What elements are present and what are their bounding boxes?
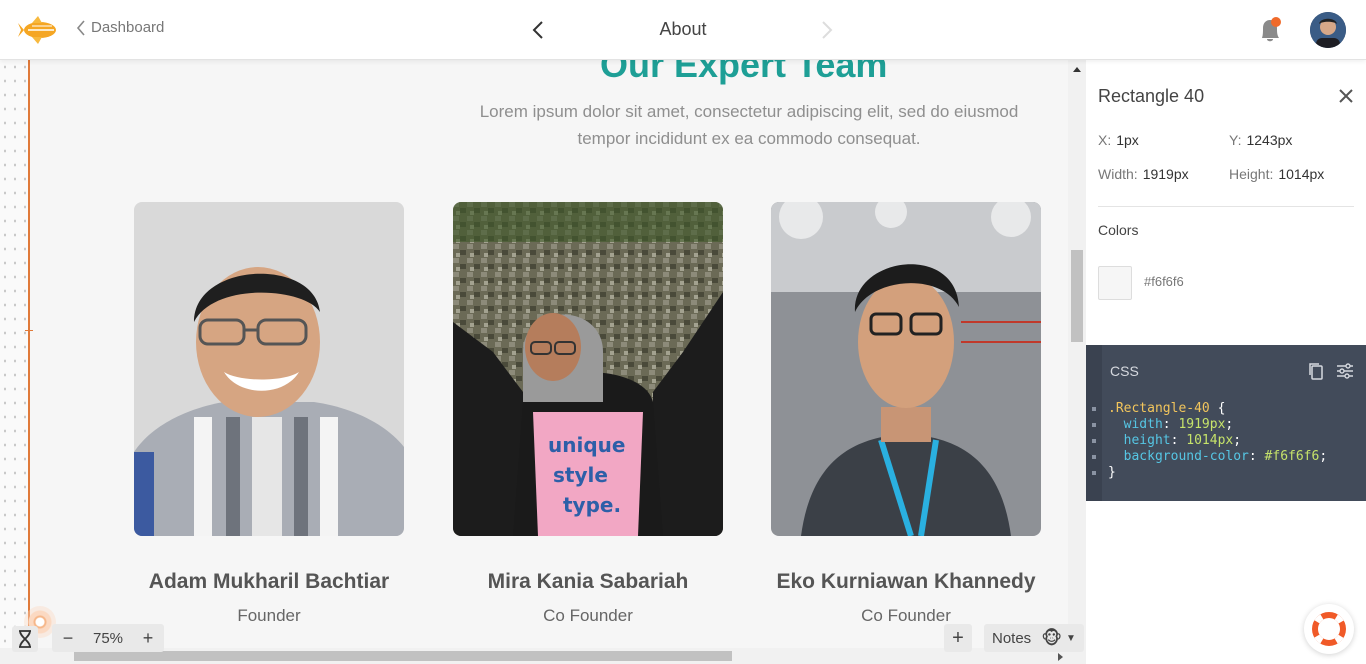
zoom-out-button[interactable]: − <box>60 628 76 649</box>
gutter-marker <box>1092 407 1096 411</box>
settings-sliders-icon[interactable] <box>1336 362 1354 380</box>
member-name-2: Mira Kania Sabariah <box>487 570 689 593</box>
user-avatar[interactable] <box>1310 12 1346 48</box>
color-swatch[interactable] <box>1098 266 1132 300</box>
css-selector: .Rectangle-40 <box>1108 401 1210 416</box>
app-logo-icon[interactable] <box>18 14 58 46</box>
help-button[interactable] <box>1304 604 1354 654</box>
divider <box>1098 206 1354 207</box>
css-open-brace: { <box>1209 401 1226 416</box>
member-photo-1 <box>134 202 404 536</box>
member-name-1: Adam Mukharil Bachtiar <box>148 570 390 593</box>
member-role-1: Founder <box>237 606 301 625</box>
guide-line[interactable] <box>28 60 30 664</box>
section-lead-text: Lorem ipsum dolor sit amet, consectetur … <box>479 102 1019 148</box>
dashboard-back-link[interactable]: Dashboard <box>76 19 164 36</box>
prop-width: Width: 1919px <box>1098 166 1189 182</box>
inspector-panel: Rectangle 40 X: 1px Y: 1243px Width: 1919px… <box>1086 60 1366 664</box>
top-bar: Dashboard About <box>0 0 1366 60</box>
avatar-image <box>1310 12 1346 48</box>
prev-screen-button[interactable] <box>531 20 545 40</box>
prop-x-value[interactable]: 1px <box>1116 132 1139 148</box>
zoom-control: − 75% + <box>52 624 164 652</box>
prop-height-value[interactable]: 1014px <box>1278 166 1324 182</box>
vertical-scrollbar[interactable] <box>1068 60 1086 664</box>
lifebuoy-icon <box>1312 612 1346 646</box>
next-screen-button[interactable] <box>820 20 834 40</box>
member-photo-2: unique style type. <box>453 202 723 536</box>
notes-label: Notes <box>992 629 1032 647</box>
zoom-in-button[interactable]: + <box>140 628 156 649</box>
vertical-scroll-thumb[interactable] <box>1071 250 1083 342</box>
vertical-ruler <box>0 60 28 664</box>
scroll-right-arrow-icon[interactable] <box>1056 652 1064 662</box>
gutter-marker <box>1092 471 1096 475</box>
colors-heading: Colors <box>1098 222 1139 238</box>
horizontal-scroll-thumb[interactable] <box>74 651 732 661</box>
svg-text:unique: unique <box>548 433 625 457</box>
svg-text:style: style <box>553 463 608 487</box>
guide-tick <box>25 330 33 331</box>
css-close-brace: } <box>1108 465 1116 480</box>
css-width-val: 1919px <box>1178 417 1226 432</box>
history-button[interactable] <box>12 626 38 652</box>
member-photo-3 <box>771 202 1041 536</box>
color-hex[interactable]: #f6f6f6 <box>1144 274 1184 289</box>
close-icon[interactable] <box>1338 88 1354 104</box>
layer-name: Rectangle 40 <box>1098 86 1205 106</box>
css-height-prop: height <box>1123 433 1171 448</box>
css-width-prop: width <box>1123 417 1163 432</box>
prop-height-label: Height: <box>1229 166 1274 182</box>
scroll-up-arrow-icon[interactable] <box>1072 65 1082 73</box>
section-title: Our Expert Team <box>600 60 888 85</box>
member-role-2: Co Founder <box>543 606 633 625</box>
css-bg-val: #f6f6f6 <box>1264 449 1320 464</box>
svg-text:type.: type. <box>563 493 621 517</box>
css-heading: CSS <box>1110 363 1139 379</box>
css-height-val: 1014px <box>1186 433 1234 448</box>
css-code-panel: CSS .Rectangle-40 { width: 1919px; heigh… <box>1086 345 1366 501</box>
prop-y: Y: 1243px <box>1229 132 1292 148</box>
gutter-marker <box>1092 423 1096 427</box>
gutter-marker <box>1092 455 1096 459</box>
notes-dropdown[interactable]: Notes 🐵 ▼ <box>984 624 1084 652</box>
member-role-3: Co Founder <box>861 606 951 625</box>
monkey-icon: 🐵 <box>1041 627 1062 648</box>
chevron-left-icon <box>76 19 85 36</box>
dashboard-label: Dashboard <box>91 19 165 36</box>
prop-x: X: 1px <box>1098 132 1139 148</box>
hourglass-icon <box>19 630 31 648</box>
prop-y-label: Y: <box>1229 132 1242 148</box>
prop-y-value[interactable]: 1243px <box>1246 132 1292 148</box>
member-name-3: Eko Kurniawan Khannedy <box>776 570 1036 593</box>
prop-width-value[interactable]: 1919px <box>1143 166 1189 182</box>
css-code[interactable]: .Rectangle-40 { width: 1919px; height: 1… <box>1108 401 1327 481</box>
design-canvas[interactable]: Our Expert Team Lorem ipsum dolor sit am… <box>0 60 1086 664</box>
caret-down-icon: ▼ <box>1066 632 1076 644</box>
prop-height: Height: 1014px <box>1229 166 1324 182</box>
screen-title: About <box>659 19 707 39</box>
css-bg-prop: background-color <box>1123 449 1249 464</box>
bell-icon[interactable] <box>1254 14 1286 46</box>
copy-icon[interactable] <box>1308 362 1324 380</box>
gutter-marker <box>1092 439 1096 443</box>
add-note-button[interactable]: + <box>944 624 972 652</box>
zoom-level: 75% <box>92 629 124 647</box>
prop-x-label: X: <box>1098 132 1112 148</box>
prop-width-label: Width: <box>1098 166 1138 182</box>
